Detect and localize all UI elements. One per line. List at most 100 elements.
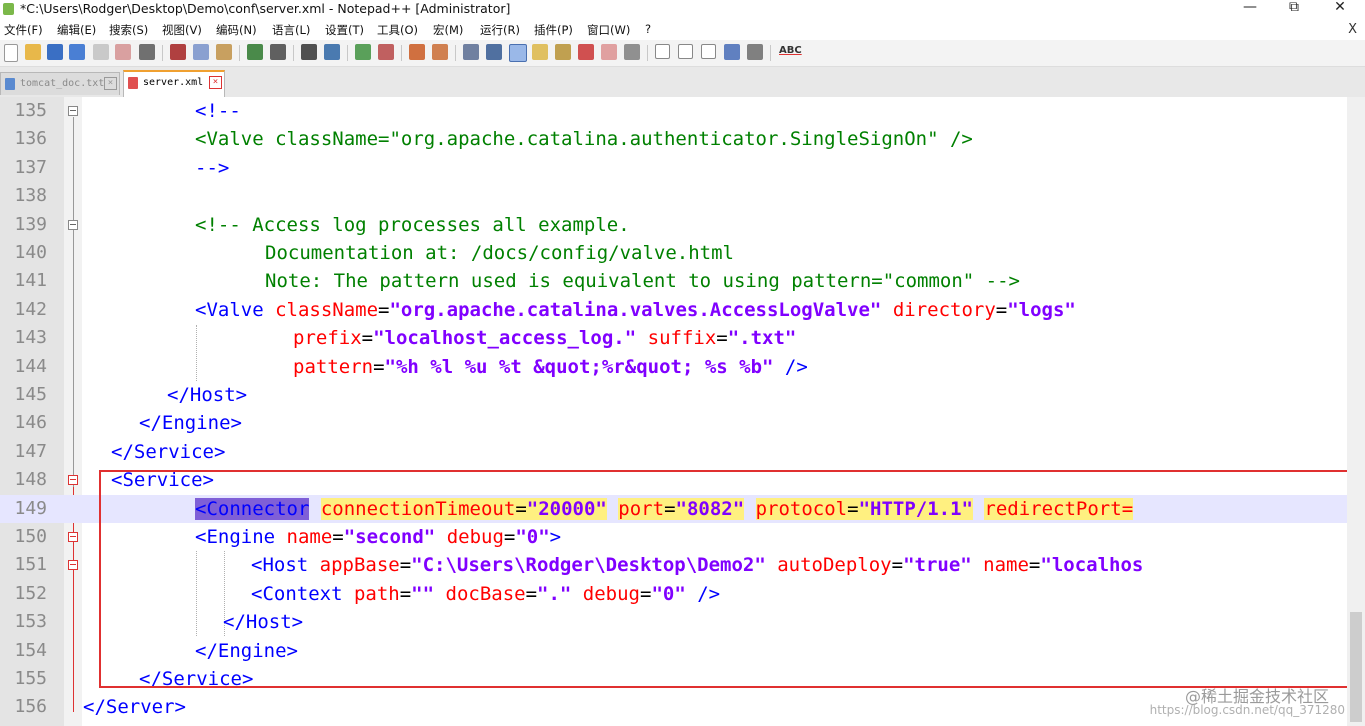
code-text: <Valve className="org.apache.catalina.au…	[195, 125, 973, 153]
code-token: </Engine>	[139, 412, 242, 435]
menu-file[interactable]: 文件(F)	[4, 22, 43, 38]
tab-label: tomcat_doc.txt	[20, 78, 105, 89]
spellcheck-icon[interactable]: ABC	[779, 45, 802, 56]
close-icon[interactable]	[93, 44, 109, 60]
monitoring-icon[interactable]	[624, 44, 640, 60]
save-all-icon[interactable]	[69, 44, 85, 60]
record-macro-icon[interactable]	[655, 44, 670, 59]
line-number: 147	[14, 440, 47, 462]
menu-plugins[interactable]: 插件(P)	[534, 22, 573, 38]
tab-close-icon[interactable]: ×	[209, 76, 222, 89]
code-token: =	[361, 327, 374, 350]
menu-run[interactable]: 运行(R)	[480, 22, 520, 38]
fold-toggle-icon[interactable]	[68, 219, 78, 230]
code-text: Note: The pattern used is equivalent to …	[265, 267, 1020, 295]
fold-toggle-icon[interactable]	[68, 106, 78, 116]
folder-workspace-icon[interactable]	[601, 44, 617, 60]
menu-help[interactable]: ?	[645, 22, 651, 36]
minimize-button[interactable]: —	[1230, 0, 1270, 15]
play-macro-icon[interactable]	[701, 44, 716, 59]
code-token: <!-- Access log processes all example.	[195, 213, 630, 236]
menu-macro[interactable]: 宏(M)	[433, 22, 463, 38]
menu-tools[interactable]: 工具(O)	[377, 22, 418, 38]
code-token: Note: The pattern used is equivalent to …	[265, 270, 1020, 293]
zoom-in-icon[interactable]	[355, 44, 371, 60]
toolbar-separator	[455, 45, 456, 61]
menu-settings[interactable]: 设置(T)	[325, 22, 364, 38]
line-number: 154	[14, 639, 47, 661]
menu-edit[interactable]: 编辑(E)	[57, 22, 96, 38]
code-line: 139 <!-- Access log processes all exampl…	[0, 211, 1347, 239]
show-all-chars-icon[interactable]	[486, 44, 502, 60]
zoom-out-icon[interactable]	[378, 44, 394, 60]
fold-toggle-icon[interactable]	[68, 475, 78, 486]
find-icon[interactable]	[301, 44, 317, 60]
restore-button[interactable]: ⧉	[1274, 0, 1314, 15]
vertical-scrollbar[interactable]	[1347, 97, 1365, 726]
menu-view[interactable]: 视图(V)	[162, 22, 202, 38]
code-token: </Server>	[83, 696, 186, 719]
line-number: 153	[14, 611, 47, 633]
file-saved-icon	[5, 78, 15, 90]
menu-language[interactable]: 语言(L)	[272, 22, 310, 38]
tab-tomcat-doc[interactable]: tomcat_doc.txt ×	[0, 72, 120, 95]
line-number: 145	[14, 384, 47, 405]
save-icon[interactable]	[47, 44, 63, 60]
code-token: "logs"	[1007, 298, 1076, 321]
sync-vertical-icon[interactable]	[409, 44, 425, 60]
fold-toggle-icon[interactable]	[68, 532, 78, 542]
copy-icon[interactable]	[193, 44, 209, 60]
toolbar-separator	[293, 45, 294, 61]
open-file-icon[interactable]	[25, 44, 41, 60]
word-wrap-icon[interactable]	[463, 44, 479, 60]
code-line: 135 <!--	[0, 97, 1347, 125]
code-token: />	[773, 355, 808, 378]
new-file-icon[interactable]	[4, 44, 18, 62]
indent-guide-icon[interactable]	[509, 44, 527, 62]
close-document-button[interactable]: X	[1348, 22, 1357, 37]
fold-toggle-icon[interactable]	[68, 560, 78, 571]
code-text: pattern="%h %l %u %t &quot;%r&quot; %s %…	[293, 353, 808, 381]
code-token: =	[378, 298, 390, 321]
function-list-icon[interactable]	[578, 44, 594, 60]
tab-server-xml[interactable]: server.xml ×	[123, 70, 225, 97]
menu-window[interactable]: 窗口(W)	[587, 22, 630, 38]
replace-icon[interactable]	[324, 44, 340, 60]
menu-search[interactable]: 搜索(S)	[109, 22, 148, 38]
line-number: 155	[14, 668, 47, 689]
scrollbar-thumb[interactable]	[1350, 612, 1362, 722]
sync-horizontal-icon[interactable]	[432, 44, 448, 60]
save-macro-icon[interactable]	[747, 44, 763, 60]
line-number: 139	[14, 213, 47, 235]
code-line: 137 -->	[0, 154, 1347, 182]
code-token: pattern	[293, 355, 374, 378]
code-token: Documentation at: /docs/config/valve.htm…	[265, 242, 734, 264]
line-number: 149	[14, 497, 47, 519]
stop-macro-icon[interactable]	[678, 44, 693, 59]
redo-icon[interactable]	[270, 44, 286, 60]
code-line: 146 </Engine>	[0, 409, 1347, 437]
undo-icon[interactable]	[247, 44, 263, 60]
run-macro-multiple-icon[interactable]	[724, 44, 740, 60]
code-token: suffix	[636, 327, 717, 350]
code-text: </Engine>	[139, 409, 242, 437]
notepadpp-app-icon	[3, 3, 14, 15]
tab-close-icon[interactable]: ×	[104, 77, 117, 90]
title-bar: *C:\Users\Rodger\Desktop\Demo\conf\serve…	[0, 0, 1365, 19]
menu-bar: 文件(F) 编辑(E) 搜索(S) 视图(V) 编码(N) 语言(L) 设置(T…	[0, 20, 1365, 40]
code-text: </Service>	[111, 438, 225, 466]
print-icon[interactable]	[139, 44, 155, 60]
line-number: 148	[14, 469, 47, 491]
line-number: 156	[14, 696, 47, 718]
code-token: "%h %l %u %t &quot;%r&quot; %s %b"	[384, 355, 774, 378]
menu-encoding[interactable]: 编码(N)	[216, 22, 257, 38]
code-text: -->	[195, 154, 229, 182]
close-window-button[interactable]: ✕	[1320, 0, 1360, 15]
paste-icon[interactable]	[216, 44, 232, 60]
code-line: 147 </Service>	[0, 438, 1347, 466]
close-all-icon[interactable]	[115, 44, 131, 60]
code-token: <!--	[195, 100, 241, 122]
doc-map-icon[interactable]	[555, 44, 571, 60]
cut-icon[interactable]	[170, 44, 186, 60]
udl-icon[interactable]	[532, 44, 548, 60]
